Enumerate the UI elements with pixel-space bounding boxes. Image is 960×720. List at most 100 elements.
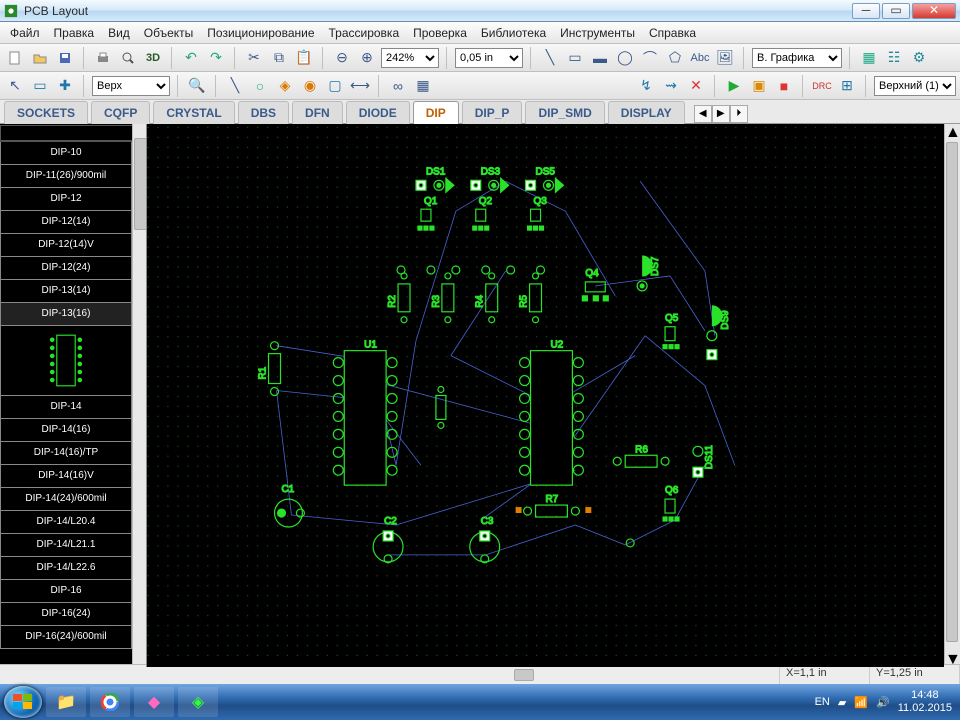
cut-button[interactable]: ✂ (243, 47, 265, 69)
tab-dbs[interactable]: DBS (238, 101, 289, 124)
pcb-canvas[interactable]: DS1 DS3 (146, 124, 944, 667)
menu-verify[interactable]: Проверка (407, 24, 473, 42)
canvas-hscrollbar[interactable]: ◀▶ (146, 667, 960, 682)
drc-button[interactable]: DRC (811, 75, 833, 97)
component-item[interactable]: DIP-13(16) (0, 303, 132, 326)
minimize-button[interactable]: ─ (852, 3, 880, 19)
display-layer-select[interactable]: В. Графика (752, 48, 842, 68)
paste-button[interactable]: 📋 (293, 47, 315, 69)
menu-objects[interactable]: Объекты (138, 24, 200, 42)
dim-tool[interactable]: ⟷ (349, 75, 371, 97)
tray-flag-icon[interactable]: ▰ (838, 696, 846, 709)
zoomout-button[interactable]: ⊖ (331, 47, 353, 69)
maximize-button[interactable]: ▭ (882, 3, 910, 19)
rect-tool[interactable]: ▭ (564, 47, 586, 69)
lang-indicator[interactable]: EN (815, 696, 830, 708)
origin-tool[interactable]: ✚ (54, 75, 76, 97)
zoom-select[interactable]: 242% (381, 48, 439, 68)
stop-button[interactable]: ■ (773, 75, 795, 97)
copy-button[interactable]: ⧉ (268, 47, 290, 69)
component-item[interactable]: DIP-12(14)V (0, 234, 132, 257)
image-tool[interactable]: 🖼 (714, 47, 736, 69)
preview-button[interactable] (117, 47, 139, 69)
component-item[interactable]: DIP-14(16)/TP (0, 442, 132, 465)
close-button[interactable]: ✕ (912, 3, 956, 19)
component-item[interactable]: DIP-14/L21.1 (0, 534, 132, 557)
component-item[interactable]: DIP-16(24) (0, 603, 132, 626)
side-select[interactable]: Верхний (1) (874, 76, 956, 96)
tab-dip[interactable]: DIP (413, 101, 459, 124)
tab-scroll-end[interactable]: ⏵ (730, 105, 748, 123)
task-chrome[interactable] (90, 687, 130, 717)
task-explorer[interactable]: 📁 (46, 687, 86, 717)
tab-dip-smd[interactable]: DIP_SMD (525, 101, 604, 124)
tab-diode[interactable]: DIODE (346, 101, 410, 124)
component-item[interactable]: DIP-10 (0, 142, 132, 165)
component-item[interactable]: DIP-14(24)/600mil (0, 488, 132, 511)
task-pcb[interactable]: ◈ (178, 687, 218, 717)
component-item[interactable]: DIP-14/L20.4 (0, 511, 132, 534)
undo-button[interactable]: ↶ (180, 47, 202, 69)
new-button[interactable] (4, 47, 26, 69)
component-item[interactable]: DIP-12 (0, 188, 132, 211)
save-button[interactable] (54, 47, 76, 69)
component-item[interactable]: DIP-12(14) (0, 211, 132, 234)
menu-file[interactable]: Файл (4, 24, 46, 42)
redo-button[interactable]: ↷ (205, 47, 227, 69)
component-item[interactable]: DIP-16 (0, 580, 132, 603)
circle-tool[interactable]: ◯ (614, 47, 636, 69)
measure-tool[interactable]: ▭ (29, 75, 51, 97)
menu-tools[interactable]: Инструменты (554, 24, 641, 42)
unroute-tool[interactable]: ✕ (685, 75, 707, 97)
component-item[interactable]: DIP-16(24)/600mil (0, 626, 132, 649)
hole-tool[interactable]: ◉ (299, 75, 321, 97)
component-item[interactable]: DIP-14/L22.6 (0, 557, 132, 580)
polygon-tool[interactable]: ⬠ (664, 47, 686, 69)
text-tool[interactable]: Abc (689, 47, 711, 69)
component-item[interactable]: DIP-13(14) (0, 280, 132, 303)
tray-volume-icon[interactable]: 🔊 (876, 696, 890, 709)
menu-help[interactable]: Справка (643, 24, 702, 42)
netcheck-button[interactable]: ⊞ (836, 75, 858, 97)
find-button[interactable]: 🔍 (186, 75, 208, 97)
component-item[interactable]: DIP-14(16) (0, 419, 132, 442)
run-button[interactable]: ▶ (723, 75, 745, 97)
tab-dfn[interactable]: DFN (292, 101, 343, 124)
tab-scroll-left[interactable]: ◀ (694, 105, 712, 123)
step-button[interactable]: ▣ (748, 75, 770, 97)
menu-edit[interactable]: Правка (48, 24, 101, 42)
tab-scroll-right[interactable]: ▶ (712, 105, 730, 123)
tab-cqfp[interactable]: CQFP (91, 101, 150, 124)
component-list-scrollbar[interactable] (132, 124, 146, 664)
component-search-input[interactable] (0, 125, 138, 141)
component-item[interactable]: DIP-14(16)V (0, 465, 132, 488)
autoroute-tool[interactable]: ⇝ (660, 75, 682, 97)
properties-button[interactable]: ⚙ (908, 47, 930, 69)
canvas-vscrollbar[interactable]: ▲▼ (944, 124, 960, 667)
grid-tool[interactable]: ▦ (412, 75, 434, 97)
tab-dip-p[interactable]: DIP_P (462, 101, 523, 124)
menu-placement[interactable]: Позиционирование (201, 24, 320, 42)
filledrect-tool[interactable]: ▬ (589, 47, 611, 69)
tab-display[interactable]: DISPLAY (608, 101, 685, 124)
ratsnest-tool[interactable]: ∞ (387, 75, 409, 97)
print-button[interactable] (92, 47, 114, 69)
start-button[interactable] (4, 686, 42, 718)
grid-select[interactable]: 0,05 in (455, 48, 523, 68)
open-button[interactable] (29, 47, 51, 69)
layers-button[interactable]: ▦ (858, 47, 880, 69)
line-tool[interactable]: ╲ (539, 47, 561, 69)
zoomin-button[interactable]: ⊕ (356, 47, 378, 69)
component-item[interactable]: DIP-14 (0, 396, 132, 419)
view3d-button[interactable]: 3D (142, 47, 164, 69)
menu-library[interactable]: Библиотека (475, 24, 552, 42)
design-mgr-button[interactable]: ☷ (883, 47, 905, 69)
tab-sockets[interactable]: SOCKETS (4, 101, 88, 124)
fill-tool[interactable]: ▢ (324, 75, 346, 97)
select-tool[interactable]: ↖ (4, 75, 26, 97)
task-app1[interactable]: ◆ (134, 687, 174, 717)
tray-network-icon[interactable]: 📶 (854, 696, 868, 709)
pad-tool[interactable]: ○ (249, 75, 271, 97)
menu-route[interactable]: Трассировка (323, 24, 406, 42)
component-item[interactable]: DIP-12(24) (0, 257, 132, 280)
